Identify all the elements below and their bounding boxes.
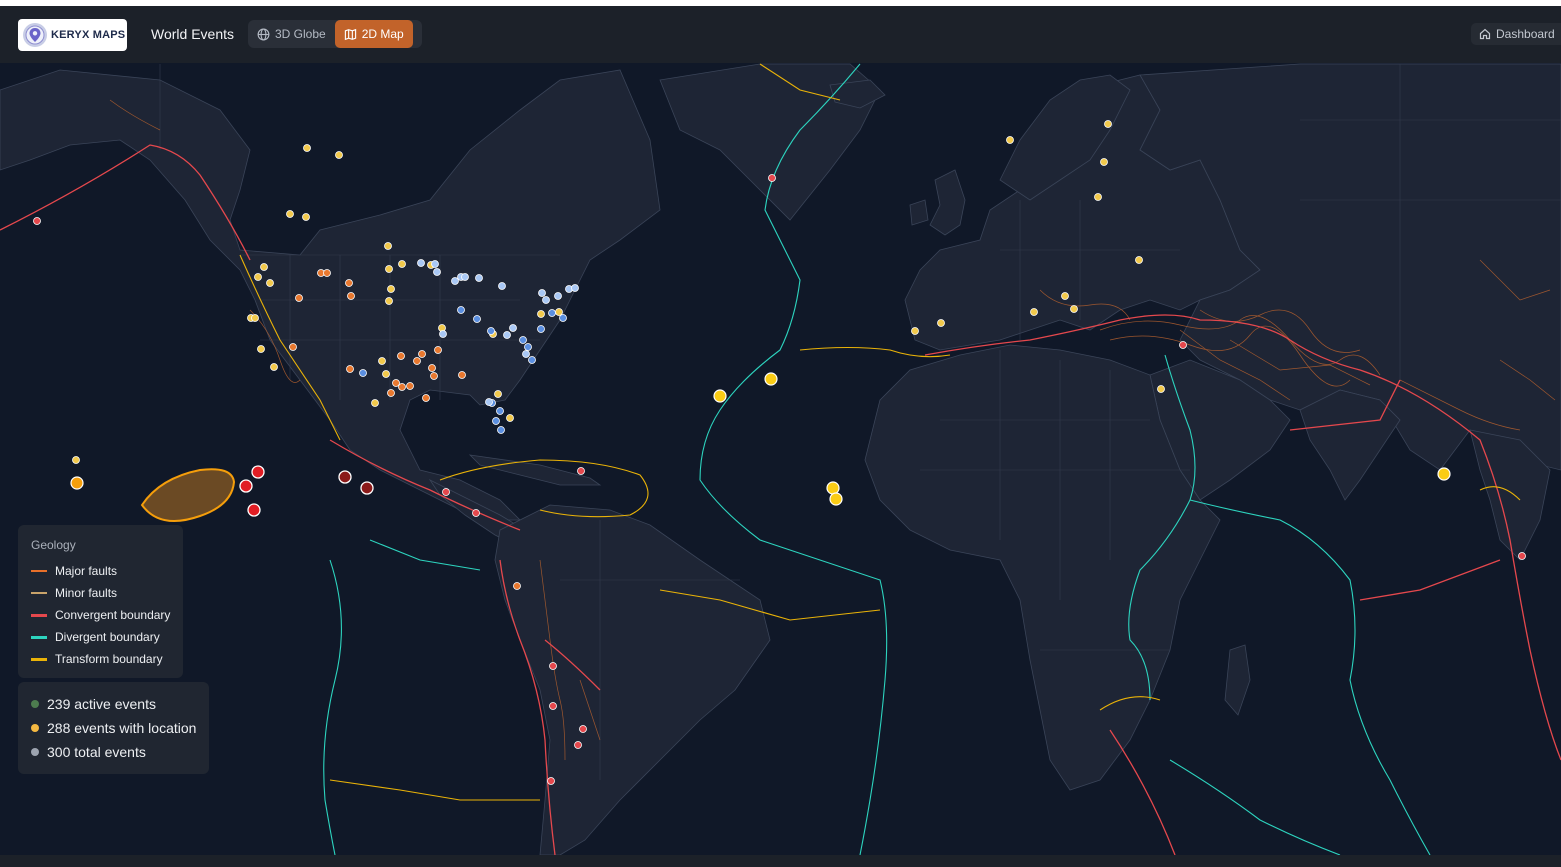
active-dot-icon <box>31 700 39 708</box>
stat-label: 239 active events <box>47 696 156 712</box>
location-dot-icon <box>31 724 39 732</box>
logo-text: KERYX MAPS <box>51 29 126 41</box>
convergent-swatch <box>31 613 47 617</box>
world-map-svg[interactable] <box>0 63 1561 855</box>
legend-item-label: Divergent boundary <box>55 630 160 644</box>
legend-item-label: Minor faults <box>55 586 118 600</box>
events-amber[interactable] <box>70 476 84 490</box>
legend-item-minor-faults: Minor faults <box>31 582 183 604</box>
world-map[interactable] <box>0 63 1561 855</box>
uk-land <box>929 169 966 236</box>
map-view-label: 2D Map <box>361 27 404 41</box>
legend-item-convergent: Convergent boundary <box>31 604 183 626</box>
total-dot-icon <box>31 748 39 756</box>
legend-item-label: Convergent boundary <box>55 608 171 622</box>
app-logo[interactable]: KERYX MAPS <box>18 19 127 51</box>
transform-swatch <box>31 657 47 661</box>
storm-forecast-cone[interactable] <box>140 468 236 522</box>
madagascar-land <box>1224 644 1251 716</box>
stat-total-events: 300 total events <box>31 740 209 764</box>
stat-active-events: 239 active events <box>31 692 209 716</box>
india-land <box>1299 389 1401 501</box>
stat-label: 300 total events <box>47 744 146 760</box>
legend-item-label: Transform boundary <box>55 652 163 666</box>
app-header: KERYX MAPS World Events 3D Globe 2D Map … <box>0 6 1561 63</box>
home-icon <box>1479 28 1491 40</box>
ireland-land <box>909 199 929 226</box>
divergent-swatch <box>31 635 47 639</box>
south-america-land <box>494 504 771 855</box>
events-darkred-large[interactable] <box>338 470 374 495</box>
legend-item-major-faults: Major faults <box>31 560 183 582</box>
globe-view-label: 3D Globe <box>275 27 326 41</box>
map-icon <box>344 28 356 40</box>
stat-located-events: 288 events with location <box>31 716 209 740</box>
legend-item-transform: Transform boundary <box>31 648 183 670</box>
dashboard-button[interactable]: Dashboard <box>1471 23 1561 45</box>
bottom-bar <box>0 855 1561 867</box>
geology-legend: Geology Major faults Minor faults Conver… <box>18 525 183 678</box>
globe-view-button[interactable]: 3D Globe <box>248 20 335 48</box>
landmasses <box>0 63 1561 855</box>
legend-title: Geology <box>31 538 76 552</box>
dashboard-label: Dashboard <box>1496 27 1555 41</box>
legend-item-divergent: Divergent boundary <box>31 626 183 648</box>
minor-faults-swatch <box>31 592 47 594</box>
globe-icon <box>257 28 270 40</box>
event-stats-panel: 239 active events 288 events with locati… <box>18 682 209 774</box>
legend-item-label: Major faults <box>55 564 118 578</box>
stat-label: 288 events with location <box>47 720 197 736</box>
map-pin-logo-icon <box>23 23 47 47</box>
major-faults-swatch <box>31 570 47 572</box>
events-red-large[interactable] <box>239 465 265 517</box>
view-toggle: 3D Globe 2D Map <box>248 20 422 48</box>
page-title: World Events <box>151 26 234 42</box>
map-view-button[interactable]: 2D Map <box>334 20 413 48</box>
